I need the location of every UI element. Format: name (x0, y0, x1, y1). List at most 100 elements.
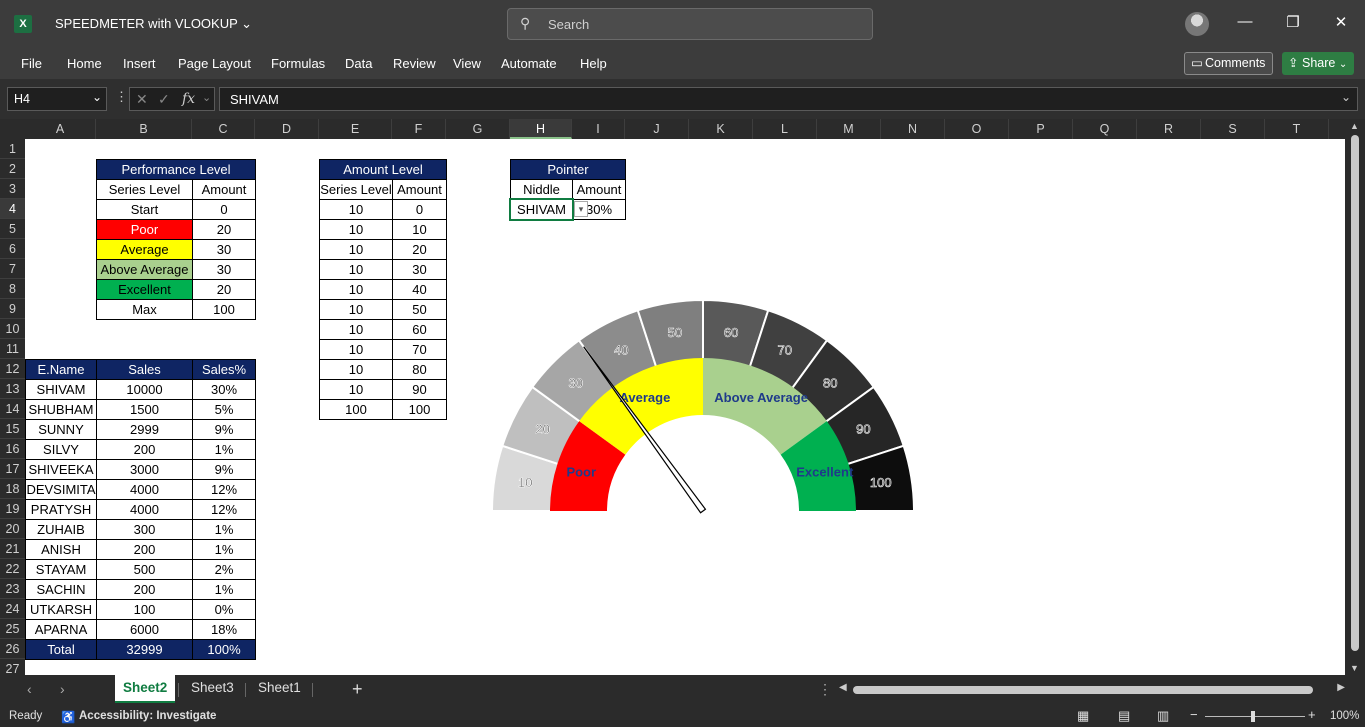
expand-formula-icon[interactable]: ⌄ (1341, 90, 1351, 104)
column-header-p[interactable]: P (1009, 119, 1073, 139)
column-header-k[interactable]: K (689, 119, 753, 139)
row-header-6[interactable]: 6 (0, 239, 25, 259)
chevron-down-icon[interactable]: ⌄ (92, 90, 102, 104)
row-header-23[interactable]: 23 (0, 579, 25, 599)
tab-data[interactable]: Data (345, 56, 372, 71)
restore-icon[interactable]: ❐ (1278, 13, 1308, 31)
column-header-j[interactable]: J (625, 119, 689, 139)
scroll-right-icon[interactable]: ▶ (1337, 682, 1345, 693)
row-header-13[interactable]: 13 (0, 379, 25, 399)
row-header-17[interactable]: 17 (0, 459, 25, 479)
column-header-d[interactable]: D (255, 119, 319, 139)
column-header-q[interactable]: Q (1073, 119, 1137, 139)
column-header-b[interactable]: B (96, 119, 192, 139)
column-header-h[interactable]: H (510, 119, 572, 139)
share-button[interactable]: ⇪ Share ⌄ (1282, 52, 1354, 75)
row-header-9[interactable]: 9 (0, 299, 25, 319)
tab-page-layout[interactable]: Page Layout (178, 56, 251, 71)
horizontal-scrollbar[interactable]: ◀ ▶ (839, 682, 1345, 697)
cancel-icon[interactable]: ✕ (136, 91, 148, 108)
row-header-7[interactable]: 7 (0, 259, 25, 279)
row-header-27[interactable]: 27 (0, 659, 25, 675)
prev-sheet-icon[interactable]: ‹ (27, 681, 32, 697)
more-icon[interactable]: ⋮ (818, 681, 832, 698)
row-header-3[interactable]: 3 (0, 179, 25, 199)
row-header-20[interactable]: 20 (0, 519, 25, 539)
column-header-m[interactable]: M (817, 119, 881, 139)
row-header-1[interactable]: 1 (0, 139, 25, 159)
tab-review[interactable]: Review (393, 56, 436, 71)
add-sheet-icon[interactable]: + (352, 679, 363, 700)
row-header-24[interactable]: 24 (0, 599, 25, 619)
tab-home[interactable]: Home (67, 56, 102, 71)
row-header-11[interactable]: 11 (0, 339, 25, 359)
scroll-left-icon[interactable]: ◀ (839, 682, 847, 693)
column-header-n[interactable]: N (881, 119, 945, 139)
row-header-14[interactable]: 14 (0, 399, 25, 419)
chevron-down-icon[interactable]: ⌄ (202, 91, 211, 104)
sheet-tab-sheet1[interactable]: Sheet1 (250, 675, 309, 703)
row-header-12[interactable]: 12 (0, 359, 25, 379)
speedometer-chart[interactable]: 10 20 30 40 50 60 70 80 90 100 Poor Average Above Av… (25, 139, 1345, 675)
column-header-e[interactable]: E (319, 119, 392, 139)
row-header-16[interactable]: 16 (0, 439, 25, 459)
row-header-25[interactable]: 25 (0, 619, 25, 639)
insert-function-icon[interactable]: fx (182, 91, 195, 107)
tab-formulas[interactable]: Formulas (271, 56, 325, 71)
tab-automate[interactable]: Automate (501, 56, 557, 71)
row-header-19[interactable]: 19 (0, 499, 25, 519)
row-header-5[interactable]: 5 (0, 219, 25, 239)
tab-file[interactable]: File (21, 56, 42, 71)
column-header-g[interactable]: G (446, 119, 510, 139)
row-header-21[interactable]: 21 (0, 539, 25, 559)
minimize-icon[interactable]: — (1230, 13, 1260, 30)
column-header-r[interactable]: R (1137, 119, 1201, 139)
close-icon[interactable]: ✕ (1326, 13, 1356, 31)
scroll-down-icon[interactable]: ▼ (1350, 663, 1359, 673)
row-header-4[interactable]: 4 (0, 199, 25, 219)
worksheet-grid[interactable]: Performance Level Series Level Amount Start… (25, 139, 1345, 675)
column-header-f[interactable]: F (392, 119, 446, 139)
zoom-out-icon[interactable]: − (1190, 707, 1198, 722)
column-header-a[interactable]: A (25, 119, 96, 139)
column-header-l[interactable]: L (753, 119, 817, 139)
next-sheet-icon[interactable]: › (60, 681, 65, 697)
sheet-tab-sheet2[interactable]: Sheet2 (115, 675, 176, 703)
comments-button[interactable]: ▭ Comments (1184, 52, 1273, 75)
vertical-scroll-thumb[interactable] (1351, 135, 1359, 651)
tab-help[interactable]: Help (580, 56, 607, 71)
normal-view-icon[interactable]: ▦ (1077, 708, 1089, 724)
row-header-22[interactable]: 22 (0, 559, 25, 579)
more-icon[interactable]: ⋮ (115, 89, 128, 105)
zoom-slider[interactable] (1205, 716, 1305, 717)
row-header-2[interactable]: 2 (0, 159, 25, 179)
column-header-i[interactable]: I (572, 119, 625, 139)
page-break-view-icon[interactable]: ▥ (1157, 708, 1169, 724)
file-title[interactable]: SPEEDMETER with VLOOKUP ⌄ (55, 16, 252, 32)
enter-icon[interactable]: ✓ (158, 91, 170, 108)
sheet-tab-sheet3[interactable]: Sheet3 (183, 675, 242, 703)
accessibility-status[interactable]: Accessibility: Investigate (79, 710, 216, 722)
column-header-t[interactable]: T (1265, 119, 1329, 139)
zoom-level[interactable]: 100% (1330, 710, 1359, 722)
column-header-c[interactable]: C (192, 119, 255, 139)
search-box[interactable]: ⚲ Search (507, 8, 873, 40)
formula-input[interactable]: SHIVAM ⌄ (219, 87, 1358, 111)
vertical-scrollbar[interactable]: ▲ ▼ (1345, 119, 1365, 675)
column-header-o[interactable]: O (945, 119, 1009, 139)
tab-insert[interactable]: Insert (123, 56, 156, 71)
name-box[interactable]: H4 ⌄ (7, 87, 107, 111)
row-header-18[interactable]: 18 (0, 479, 25, 499)
horizontal-scroll-thumb[interactable] (853, 686, 1313, 694)
tab-view[interactable]: View (453, 56, 481, 71)
row-header-10[interactable]: 10 (0, 319, 25, 339)
scroll-up-icon[interactable]: ▲ (1350, 121, 1359, 131)
row-header-15[interactable]: 15 (0, 419, 25, 439)
row-header-26[interactable]: 26 (0, 639, 25, 659)
column-header-s[interactable]: S (1201, 119, 1265, 139)
zoom-in-icon[interactable]: + (1308, 707, 1316, 722)
row-header-8[interactable]: 8 (0, 279, 25, 299)
zoom-slider-thumb[interactable] (1251, 711, 1255, 722)
avatar[interactable] (1185, 12, 1209, 36)
page-layout-view-icon[interactable]: ▤ (1118, 708, 1130, 724)
